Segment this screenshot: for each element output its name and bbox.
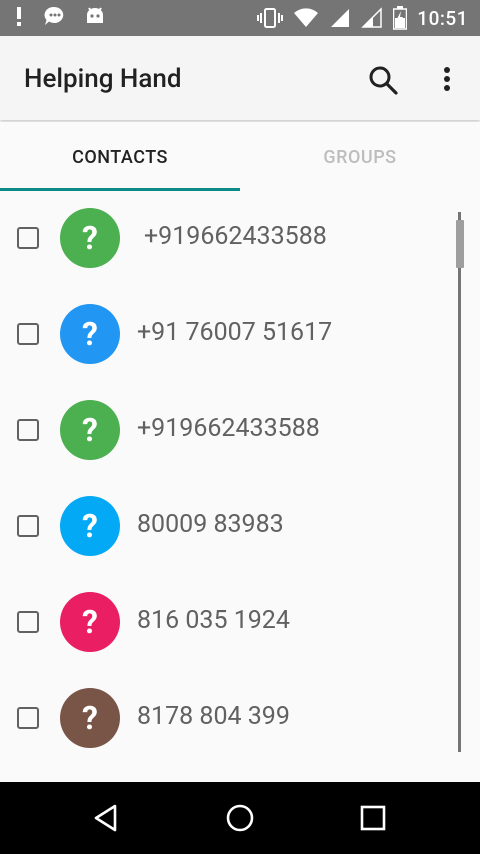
wifi-icon bbox=[294, 8, 319, 27]
contact-avatar: ? bbox=[60, 592, 120, 652]
contact-number: +919662433588 bbox=[137, 414, 320, 443]
back-icon[interactable] bbox=[88, 800, 124, 836]
contact-checkbox[interactable] bbox=[17, 707, 39, 729]
signal-icon bbox=[361, 7, 383, 28]
tab-contacts[interactable]: CONTACTS bbox=[0, 122, 240, 192]
contact-checkbox[interactable] bbox=[17, 515, 39, 537]
status-bar: 10:51 bbox=[0, 0, 480, 36]
android-icon bbox=[87, 7, 103, 23]
battery-icon bbox=[393, 6, 408, 30]
scrollbar-thumb[interactable] bbox=[456, 220, 464, 268]
app-bar: Helping Hand bbox=[0, 36, 480, 120]
search-icon[interactable] bbox=[366, 63, 400, 97]
contact-checkbox[interactable] bbox=[17, 227, 39, 249]
navigation-bar bbox=[0, 782, 480, 854]
contact-checkbox[interactable] bbox=[17, 611, 39, 633]
contact-row[interactable]: ? 8178 804 399 bbox=[0, 672, 480, 768]
contact-number: 8178 804 399 bbox=[137, 702, 290, 731]
chat-icon bbox=[44, 6, 64, 25]
alert-icon bbox=[17, 7, 21, 26]
contact-number: 816 035 1924 bbox=[137, 606, 290, 635]
contact-avatar: ? bbox=[60, 688, 120, 748]
contact-row[interactable]: ? 816 035 1924 bbox=[0, 576, 480, 672]
contact-list[interactable]: ? +919662433588 ? +91 76007 51617 ? +919… bbox=[0, 192, 480, 782]
contact-avatar: ? bbox=[60, 208, 120, 268]
contact-row[interactable]: ? +919662433588 bbox=[0, 384, 480, 480]
contact-avatar: ? bbox=[60, 496, 120, 556]
tab-indicator bbox=[0, 188, 240, 191]
contact-avatar: ? bbox=[60, 400, 120, 460]
recents-icon[interactable] bbox=[355, 800, 391, 836]
contact-number: 80009 83983 bbox=[137, 510, 284, 539]
signal-icon bbox=[331, 9, 350, 27]
contact-row[interactable]: ? +919662433588 bbox=[0, 192, 480, 288]
tab-bar: CONTACTS GROUPS bbox=[0, 122, 480, 192]
vibrate-icon bbox=[257, 8, 284, 28]
contact-avatar: ? bbox=[60, 304, 120, 364]
more-vert-icon[interactable] bbox=[432, 63, 462, 97]
contact-number: +91 76007 51617 bbox=[137, 318, 333, 347]
scrollbar-track[interactable] bbox=[458, 212, 461, 752]
home-icon[interactable] bbox=[222, 800, 258, 836]
tab-groups[interactable]: GROUPS bbox=[240, 122, 480, 192]
contact-row[interactable]: ? 80009 83983 bbox=[0, 480, 480, 576]
status-time: 10:51 bbox=[417, 6, 468, 30]
contact-checkbox[interactable] bbox=[17, 419, 39, 441]
contact-row[interactable]: ? +91 76007 51617 bbox=[0, 288, 480, 384]
contact-number: +919662433588 bbox=[144, 222, 327, 251]
app-title: Helping Hand bbox=[24, 64, 182, 94]
contact-checkbox[interactable] bbox=[17, 323, 39, 345]
